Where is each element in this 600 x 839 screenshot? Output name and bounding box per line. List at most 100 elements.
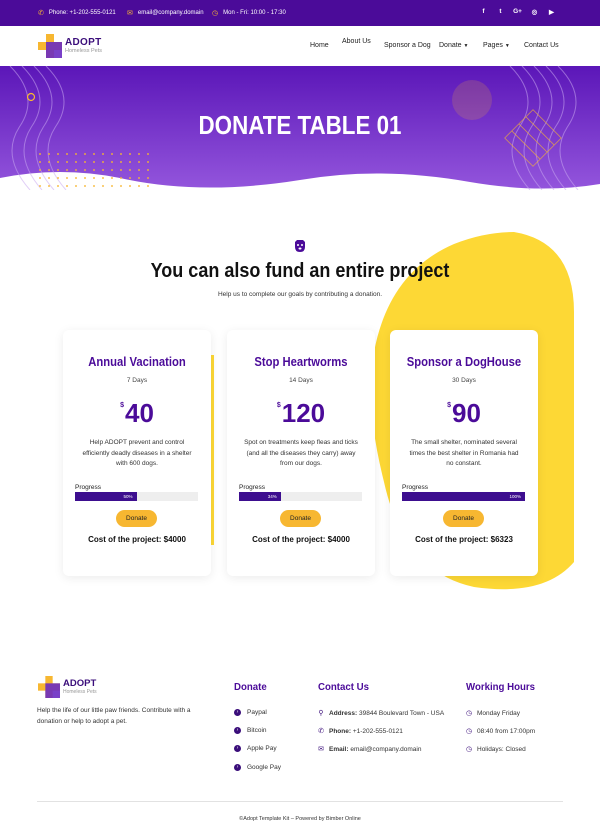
nav-pages[interactable]: Pages ▼	[483, 42, 510, 49]
phone-label: Phone:	[329, 727, 352, 735]
project-cost: Cost of the project: $6323	[415, 535, 513, 544]
donate-button[interactable]: Donate	[443, 510, 484, 527]
project-cost: Cost of the project: $4000	[252, 535, 350, 544]
instagram-icon[interactable]: ◎	[526, 8, 543, 16]
footer-link-paypal[interactable]: › Paypal	[234, 709, 267, 716]
nav-pages-label: Pages	[483, 42, 503, 49]
card-price: $120	[227, 398, 375, 429]
progress-label: Progress	[75, 484, 102, 491]
footer-email[interactable]: ✉ Email: email@company.domain	[317, 745, 422, 754]
footer-divider	[37, 801, 563, 802]
topbar-hours-text: Mon - Fri: 10:00 - 17:30	[223, 10, 286, 16]
progress-bar: 34%	[239, 492, 362, 501]
footer-link-label: Bitcoin	[247, 727, 267, 734]
footer-brand-name: ADOPT	[63, 678, 97, 689]
progress-label: Progress	[239, 484, 266, 491]
project-cost: Cost of the project: $4000	[88, 535, 186, 544]
progress-fill: 34%	[239, 492, 281, 501]
footer-logo[interactable]: ADOPT Homeless Pets	[38, 676, 118, 700]
nav-sponsor[interactable]: Sponsor a Dog	[384, 42, 431, 49]
footer-address: ⚲ Address: 39844 Boulevard Town - USA	[317, 709, 444, 718]
chevron-down-icon: ▼	[504, 43, 510, 49]
topbar-phone[interactable]: ✆ Phone: +1-202-555-0121	[38, 9, 116, 17]
brand-name: ADOPT	[65, 37, 102, 48]
nav-contact[interactable]: Contact Us	[524, 42, 559, 49]
donation-card: Annual Vacination 7 Days $40 Help ADOPT …	[63, 330, 211, 576]
top-bar: ✆ Phone: +1-202-555-0121 ✉ email@company…	[0, 0, 600, 26]
card-title: Sponsor a DogHouse	[406, 355, 522, 369]
footer-brand-tagline: Homeless Pets	[63, 689, 97, 695]
chevron-right-icon: ›	[234, 727, 241, 734]
address-label: Address:	[329, 709, 358, 717]
footer-description: Help the life of our little paw friends.…	[37, 707, 191, 725]
currency-symbol: $	[276, 402, 281, 409]
footer-link-apple-pay[interactable]: › Apple Pay	[234, 745, 277, 752]
footer-hours-item: ◷ 08:40 from 17:00pm	[465, 727, 536, 736]
card-description: Help ADOPT prevent and control efficient…	[82, 439, 192, 467]
topbar-phone-text: Phone: +1-202-555-0121	[48, 10, 116, 16]
chevron-down-icon: ▼	[463, 43, 469, 49]
card-title: Stop Heartworms	[254, 355, 348, 369]
hero-banner: DONATE TABLE 01	[0, 66, 600, 190]
section-subtitle: Help us to complete our goals by contrib…	[217, 291, 383, 298]
site-logo[interactable]: ADOPT Homeless Pets	[38, 34, 118, 58]
copyright: ©Adopt Template Kit – Powered by Bimber …	[239, 816, 361, 822]
footer-contact-heading: Contact Us	[318, 681, 370, 693]
brand-tagline: Homeless Pets	[65, 48, 102, 54]
card-amount: 90	[451, 398, 481, 428]
card-description: The small shelter, nominated several tim…	[409, 439, 519, 467]
envelope-icon: ✉	[127, 10, 133, 17]
email-value: email@company.domain	[350, 745, 422, 753]
nav-donate[interactable]: Donate ▼	[439, 42, 468, 49]
hours-text: Monday Friday	[477, 709, 520, 717]
clock-icon: ◷	[465, 746, 473, 753]
progress-fill: 100%	[402, 492, 525, 501]
footer-link-label: Apple Pay	[247, 745, 277, 752]
section-title: You can also fund an entire project	[150, 260, 450, 282]
cross-logo-icon	[38, 676, 60, 698]
footer-hours-item: ◷ Holidays: Closed	[465, 745, 526, 754]
card-price: $90	[390, 398, 538, 429]
card-price: $40	[63, 398, 211, 429]
footer-hours-item: ◷ Monday Friday	[465, 709, 520, 718]
envelope-icon: ✉	[318, 746, 324, 753]
footer-phone[interactable]: ✆ Phone: +1-202-555-0121	[317, 727, 403, 736]
page-title: DONATE TABLE 01	[198, 110, 402, 140]
footer-hours-heading: Working Hours	[466, 681, 536, 693]
topbar-email[interactable]: ✉ email@company.domain	[127, 9, 204, 17]
nav-donate-label: Donate	[439, 42, 462, 49]
currency-symbol: $	[120, 402, 124, 409]
clock-icon: ◷	[465, 728, 473, 735]
donate-button[interactable]: Donate	[280, 510, 321, 527]
phone-icon: ✆	[318, 728, 324, 735]
footer-donate-heading: Donate	[234, 681, 267, 693]
hours-text: 08:40 from 17:00pm	[477, 727, 536, 735]
email-label: Email:	[329, 745, 349, 753]
footer-link-google-pay[interactable]: › Google Pay	[234, 764, 281, 771]
twitter-icon[interactable]: t	[492, 8, 509, 16]
nav-home[interactable]: Home	[310, 42, 329, 49]
cross-logo-icon	[38, 34, 62, 58]
clock-icon: ◷	[212, 10, 219, 17]
card-days: 14 Days	[289, 377, 313, 384]
card-amount: 120	[281, 398, 326, 428]
footer-link-label: Google Pay	[247, 764, 281, 771]
facebook-icon[interactable]: f	[475, 8, 492, 16]
phone-icon: ✆	[38, 10, 44, 17]
chevron-right-icon: ›	[234, 709, 241, 716]
hours-text: Holidays: Closed	[477, 745, 526, 753]
chevron-right-icon: ›	[234, 764, 241, 771]
progress-fill: 50%	[75, 492, 137, 501]
progress-bar: 50%	[75, 492, 198, 501]
footer-link-bitcoin[interactable]: › Bitcoin	[234, 727, 267, 734]
dog-icon	[295, 240, 305, 252]
youtube-icon[interactable]: ▶	[543, 8, 560, 16]
donate-button[interactable]: Donate	[116, 510, 157, 527]
nav-about[interactable]: About Us	[342, 38, 371, 45]
topbar-email-text: email@company.domain	[137, 10, 204, 16]
location-pin-icon: ⚲	[318, 710, 324, 717]
card-amount: 40	[124, 398, 154, 428]
card-days: 30 Days	[452, 377, 476, 384]
google-plus-icon[interactable]: G+	[509, 8, 526, 16]
clock-icon: ◷	[465, 710, 473, 717]
